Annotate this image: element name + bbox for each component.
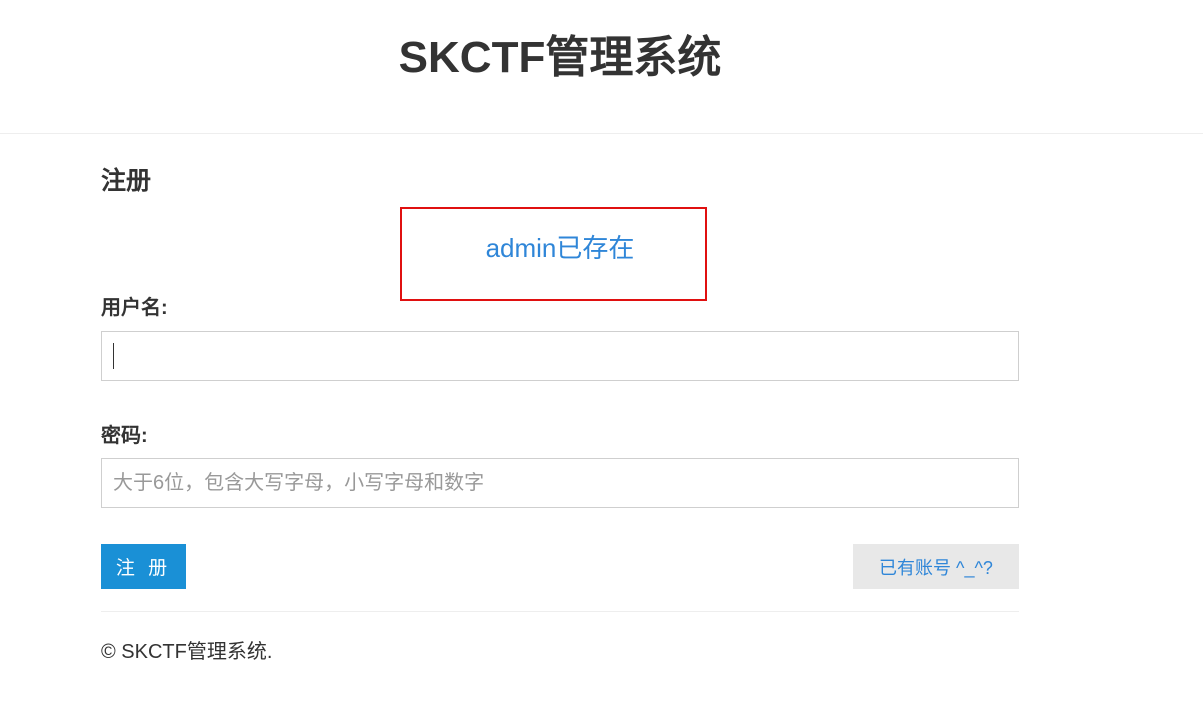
username-input[interactable] [101, 331, 1019, 381]
existing-account-button[interactable]: 已有账号 ^_^? [853, 544, 1019, 589]
register-button[interactable]: 注 册 [101, 544, 186, 589]
error-alert: admin已存在 [400, 207, 707, 301]
footer-divider [101, 611, 1019, 612]
footer-copyright: © SKCTF管理系统. [101, 641, 273, 663]
text-caret [113, 343, 114, 369]
password-input[interactable] [101, 458, 1019, 508]
alert-message: admin已存在 [485, 233, 635, 263]
password-label: 密码: [101, 425, 148, 447]
page-header: SKCTF管理系统 [0, 0, 1203, 134]
site-title: SKCTF管理系统 [398, 33, 722, 82]
section-title: 注册 [101, 167, 152, 195]
username-label: 用户名: [101, 297, 168, 319]
